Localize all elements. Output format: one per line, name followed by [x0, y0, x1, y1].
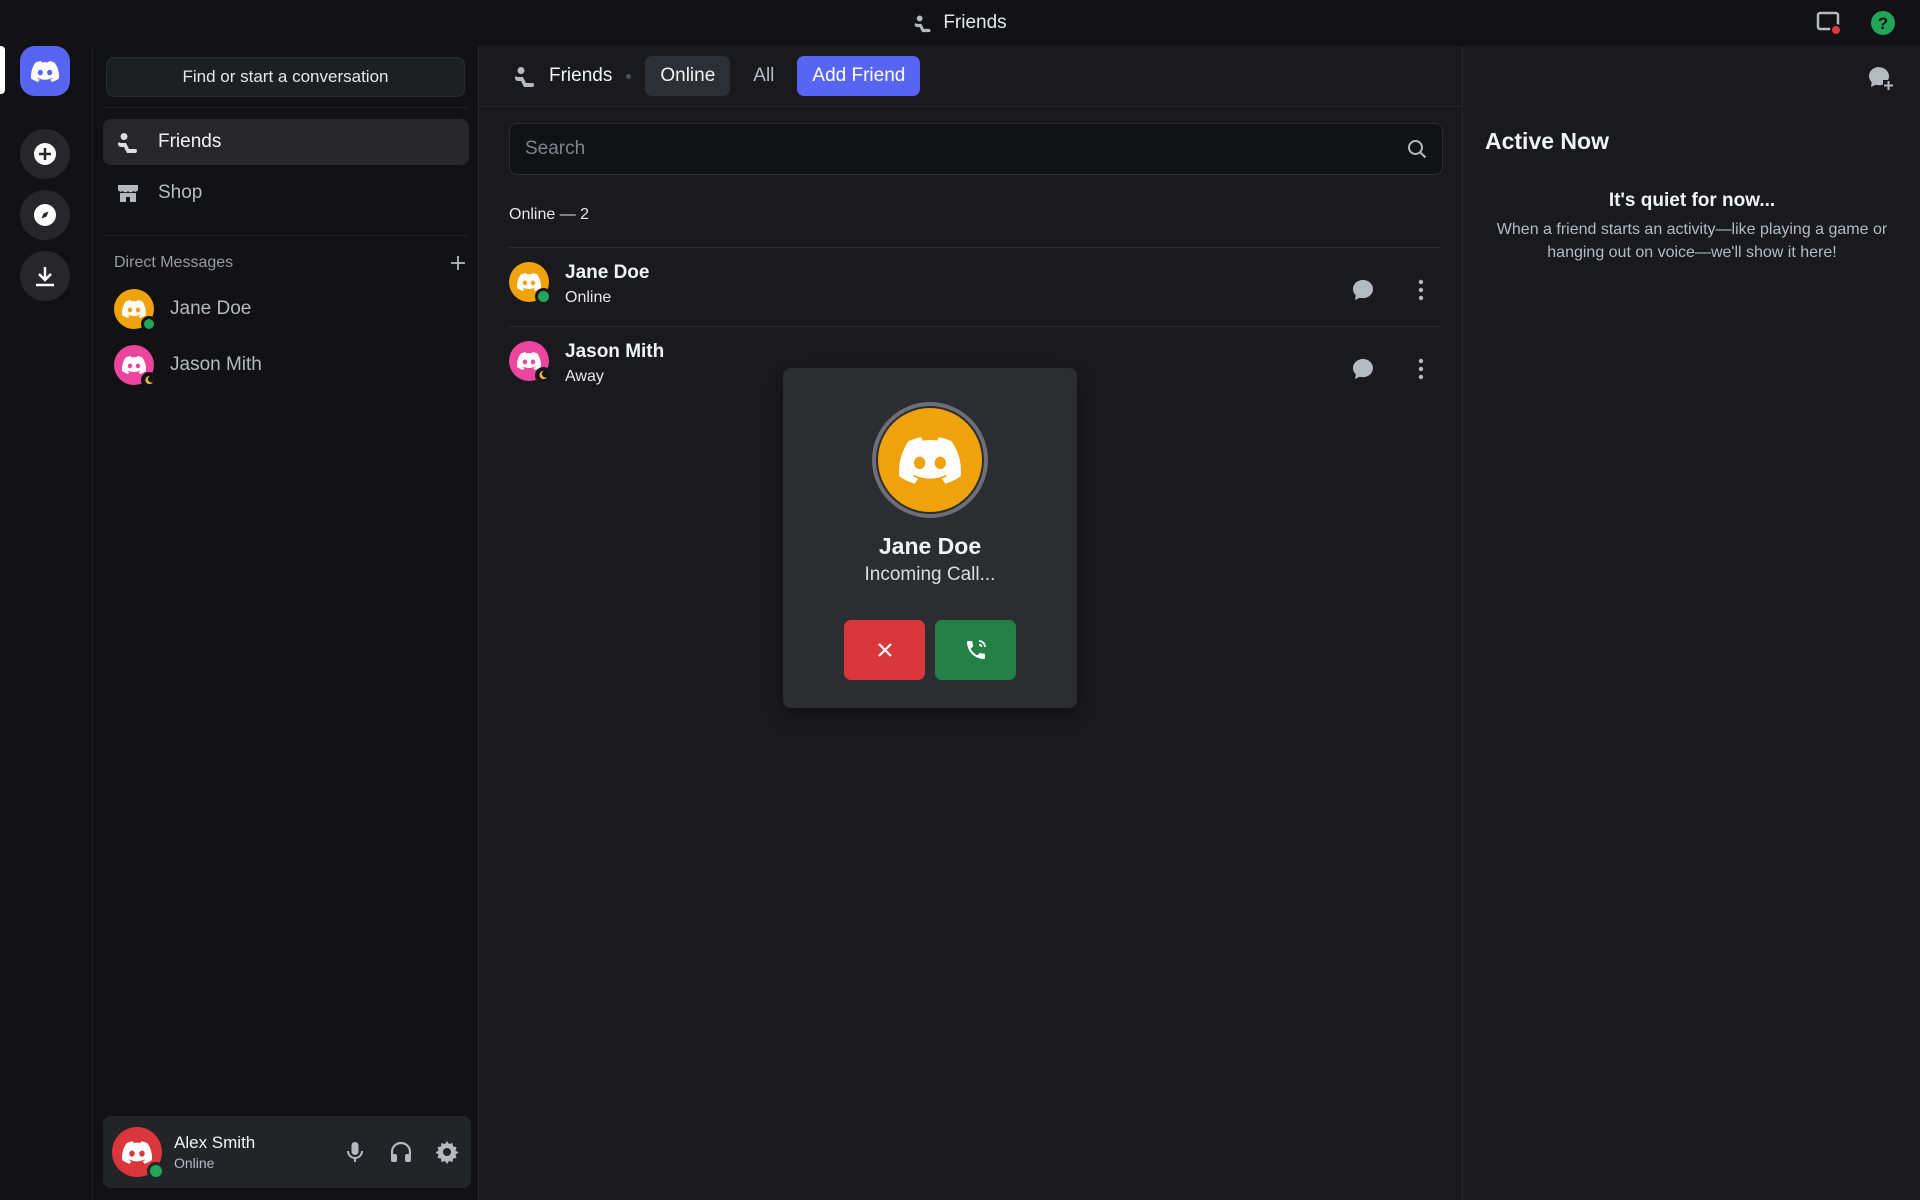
message-icon[interactable] [1345, 272, 1381, 308]
nav-shop[interactable]: Shop [103, 170, 469, 216]
more-options-icon[interactable] [1403, 351, 1439, 387]
phone-icon [964, 638, 988, 662]
discord-logo-icon [122, 356, 146, 374]
nav-friends[interactable]: Friends [103, 119, 469, 165]
discord-logo-icon [31, 61, 59, 82]
friend-status: Online [565, 289, 612, 306]
headphones-icon[interactable] [389, 1140, 413, 1164]
home-button[interactable] [20, 46, 70, 96]
shop-icon [116, 181, 140, 205]
discover-button[interactable] [20, 190, 70, 240]
call-status: Incoming Call... [864, 564, 996, 585]
away-status-icon [535, 367, 552, 384]
discord-logo-icon [122, 1141, 152, 1164]
add-friend-label: Add Friend [812, 65, 906, 86]
user-panel: Alex Smith Online [103, 1116, 471, 1188]
incoming-call-popup: Jane Doe Incoming Call... [783, 368, 1077, 708]
tab-online-label: Online [660, 65, 716, 86]
decline-call-button[interactable] [844, 620, 925, 680]
tab-all-label: All [753, 65, 775, 86]
caller-name: Jane Doe [878, 533, 982, 559]
friends-header: Friends Online All Add Friend [479, 46, 1463, 107]
accept-call-button[interactable] [935, 620, 1016, 680]
selected-indicator [0, 46, 5, 94]
dm-header-label: Direct Messages [114, 254, 234, 271]
compass-icon [33, 203, 57, 227]
friend-name: Jason Mith [565, 341, 665, 362]
online-count-label: Online — 2 [509, 206, 590, 223]
away-status-icon [141, 372, 157, 388]
online-status-icon [147, 1162, 165, 1180]
channel-sidebar: Find or start a conversation Friends Sho… [92, 46, 478, 1200]
dm-header: Direct Messages [114, 254, 466, 272]
message-icon[interactable] [1345, 351, 1381, 387]
add-friend-button[interactable]: Add Friend [797, 56, 921, 96]
header-separator [626, 73, 632, 79]
header-title: Friends [513, 64, 612, 88]
search-placeholder: Search [525, 138, 586, 159]
tab-all[interactable]: All [738, 56, 789, 96]
friends-icon [116, 130, 140, 154]
plus-circle-icon [33, 142, 57, 166]
friends-icon [913, 13, 933, 33]
divider [105, 235, 467, 236]
discord-logo-icon [122, 300, 146, 318]
dm-name: Jason Mith [170, 354, 262, 375]
download-icon [33, 264, 57, 288]
new-group-dm-icon[interactable] [1866, 64, 1894, 92]
dm-item-jason-mith[interactable]: Jason Mith [114, 343, 262, 388]
download-apps-button[interactable] [20, 251, 70, 301]
server-rail [0, 46, 92, 1200]
close-icon [875, 640, 895, 660]
active-now-empty-title: It's quiet for now... [1608, 190, 1776, 211]
discord-logo-icon [899, 437, 961, 484]
create-dm-icon[interactable] [450, 255, 466, 271]
microphone-icon[interactable] [343, 1140, 367, 1164]
user-avatar[interactable] [112, 1127, 165, 1180]
avatar [114, 289, 157, 332]
more-options-icon[interactable] [1403, 272, 1439, 308]
dm-item-jane-doe[interactable]: Jane Doe [114, 287, 252, 332]
dm-name: Jane Doe [170, 298, 252, 319]
nav-shop-label: Shop [158, 182, 203, 203]
divider [105, 107, 467, 108]
active-now-panel: Active Now It's quiet for now... When a … [1462, 46, 1920, 1200]
user-status: Online [174, 1155, 215, 1171]
online-status-icon [141, 316, 157, 332]
friends-icon [513, 64, 537, 88]
svg-text:?: ? [1878, 14, 1888, 33]
settings-gear-icon[interactable] [435, 1140, 459, 1164]
nav-friends-label: Friends [158, 131, 222, 152]
user-name: Alex Smith [174, 1133, 256, 1152]
help-icon[interactable]: ? [1870, 10, 1896, 36]
friend-name: Jane Doe [565, 262, 650, 283]
friend-row-jane-doe[interactable]: Jane Doe Online [509, 247, 1439, 325]
caller-avatar [872, 402, 988, 518]
search-input[interactable]: Search [509, 123, 1443, 175]
discord-logo-icon [517, 273, 541, 291]
window-title: Friends [0, 12, 1920, 34]
add-server-button[interactable] [20, 129, 70, 179]
active-now-description: When a friend starts an activity—like pl… [1496, 221, 1888, 261]
tab-online[interactable]: Online [645, 56, 731, 96]
title-bar: Friends ? [0, 0, 1920, 46]
avatar [114, 345, 157, 388]
find-conversation-label: Find or start a conversation [182, 67, 389, 86]
active-now-title: Active Now [1485, 128, 1609, 154]
friend-status: Away [565, 368, 604, 385]
discord-logo-icon [517, 352, 541, 370]
window-title-text: Friends [943, 12, 1007, 33]
header-title-text: Friends [549, 65, 613, 86]
avatar [509, 341, 552, 384]
inbox-icon[interactable] [1816, 10, 1842, 36]
search-icon [1406, 138, 1428, 160]
avatar [509, 262, 552, 305]
find-conversation-button[interactable]: Find or start a conversation [106, 57, 465, 97]
online-status-icon [535, 288, 552, 305]
